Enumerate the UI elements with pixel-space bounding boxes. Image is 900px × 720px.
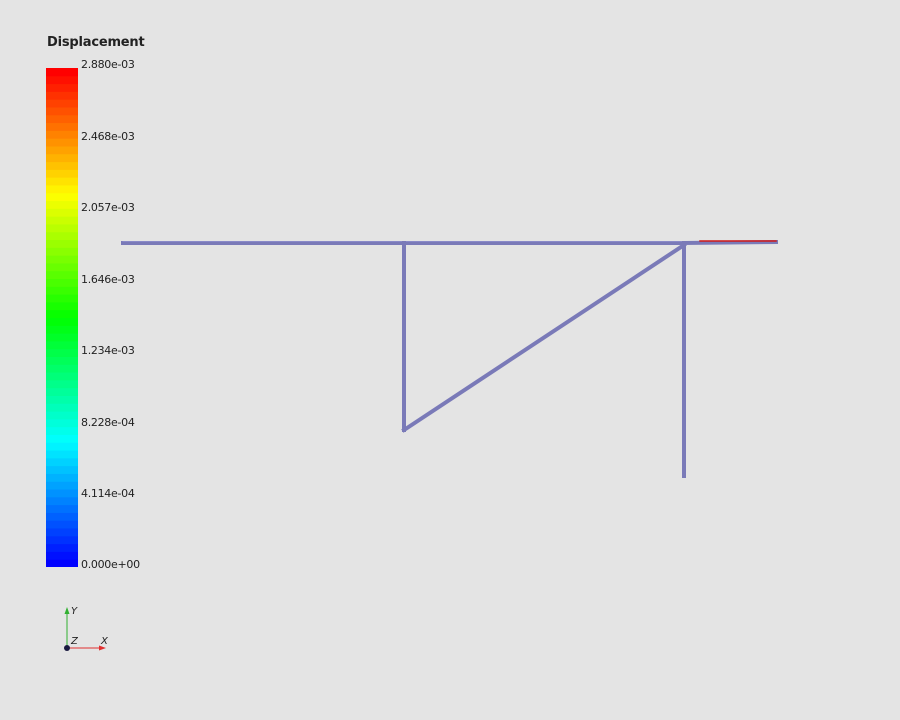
orientation-axes: Y X Z [64, 606, 109, 651]
x-axis-label: X [100, 636, 109, 647]
y-axis-arrow-icon [64, 607, 70, 614]
diagonal-brace [401, 242, 687, 433]
structure-model [121, 239, 779, 478]
render-viewport[interactable]: Displacement 2.880e-03 2.468e-03 2.057e-… [0, 0, 900, 720]
y-axis-label: Y [71, 606, 78, 617]
cantilever-segment [681, 239, 779, 246]
z-axis-origin-icon [64, 645, 70, 651]
z-axis-label: Z [70, 636, 79, 647]
frame-members [121, 239, 779, 478]
